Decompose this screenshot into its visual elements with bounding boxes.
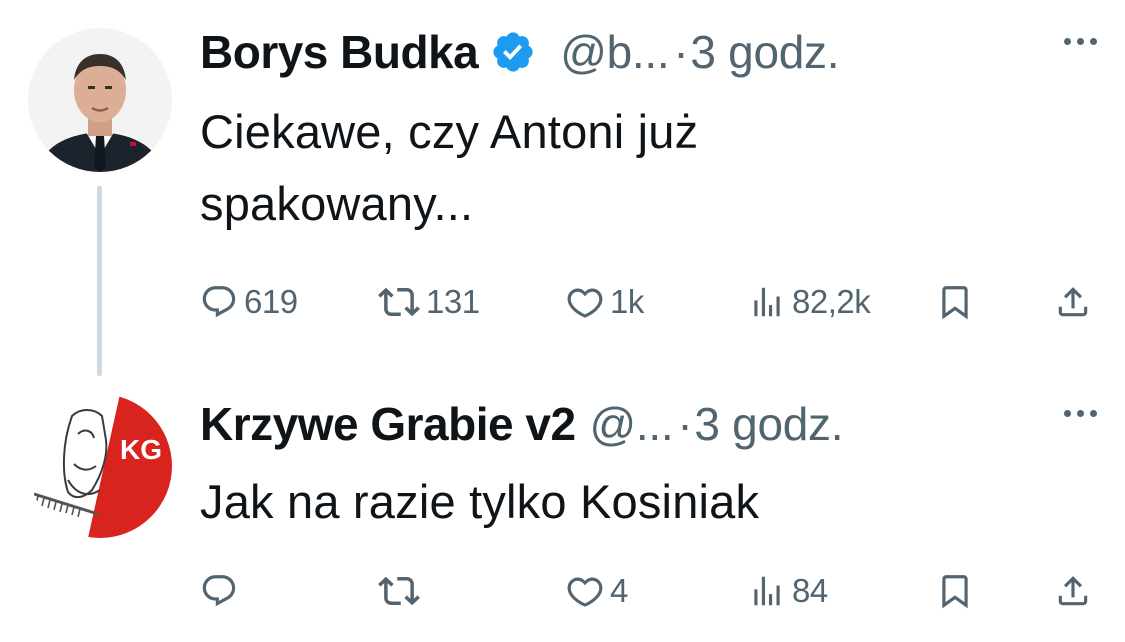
reply-button[interactable]: 619 <box>200 272 298 332</box>
tweet[interactable]: Borys Budka @b... · 3 godz. Ciekawe, czy… <box>0 0 1125 380</box>
share-button[interactable] <box>1054 561 1092 621</box>
views-icon <box>754 576 780 606</box>
timestamp[interactable]: 3 godz. <box>690 25 839 79</box>
heart-icon <box>567 577 603 607</box>
timestamp[interactable]: 3 godz. <box>694 397 843 451</box>
view-count: 82,2k <box>792 283 871 320</box>
avatar[interactable]: KG <box>28 394 172 538</box>
retweet-button[interactable] <box>378 561 426 621</box>
reply-icon <box>202 575 236 607</box>
separator-dot: · <box>677 398 693 450</box>
retweet-count: 131 <box>426 283 480 320</box>
author-handle[interactable]: @... <box>590 397 674 451</box>
reply-count: 619 <box>244 283 298 320</box>
bookmark-icon <box>942 286 968 320</box>
retweet-icon <box>378 287 420 317</box>
author-name[interactable]: Krzywe Grabie v2 <box>200 397 576 451</box>
like-count: 1k <box>610 283 644 320</box>
verified-badge-icon <box>490 29 536 75</box>
avatar[interactable] <box>28 28 172 172</box>
retweet-button[interactable]: 131 <box>378 272 480 332</box>
author-handle[interactable]: @b... <box>560 25 669 79</box>
action-bar: 619 131 1k 82,2k <box>0 272 1125 332</box>
avatar-badge: KG <box>120 434 162 465</box>
like-count: 4 <box>610 572 628 609</box>
like-button[interactable]: 4 <box>566 561 628 621</box>
share-icon <box>1058 287 1088 317</box>
reply-button[interactable] <box>200 561 244 621</box>
share-icon <box>1058 576 1088 606</box>
more-icon[interactable] <box>1056 402 1105 425</box>
bookmark-button[interactable] <box>936 561 974 621</box>
separator-dot: · <box>673 26 689 78</box>
more-icon[interactable] <box>1056 30 1105 53</box>
tweet-header: Krzywe Grabie v2 @... · 3 godz. <box>200 394 1105 454</box>
author-name[interactable]: Borys Budka <box>200 25 479 79</box>
tweet-text: Ciekawe, czy Antoni już spakowany... <box>200 105 699 230</box>
heart-icon <box>567 288 603 318</box>
views-button[interactable]: 82,2k <box>748 272 871 332</box>
share-button[interactable] <box>1054 272 1092 332</box>
views-button[interactable]: 84 <box>748 561 828 621</box>
views-icon <box>754 287 780 317</box>
reply-icon <box>202 286 236 318</box>
retweet-icon <box>378 576 420 606</box>
action-bar: 4 84 <box>0 561 1125 621</box>
view-count: 84 <box>792 572 828 609</box>
like-button[interactable]: 1k <box>566 272 644 332</box>
tweet-header: Borys Budka @b... · 3 godz. <box>200 22 1105 82</box>
tweet-text: Jak na razie tylko Kosiniak <box>200 475 760 528</box>
bookmark-button[interactable] <box>936 272 974 332</box>
tweet[interactable]: KG Krzywe Grabie v2 @... · 3 godz. Jak n… <box>0 380 1125 642</box>
bookmark-icon <box>942 575 968 609</box>
